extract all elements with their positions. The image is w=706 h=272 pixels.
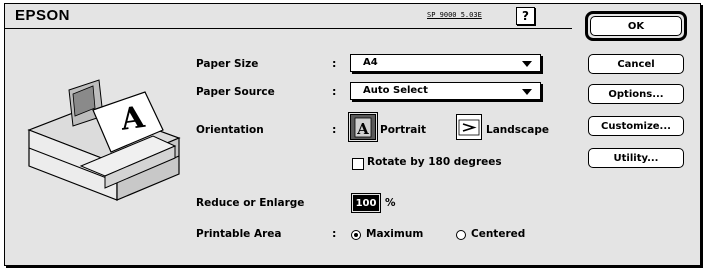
- printable-area-label: Printable Area: [196, 228, 282, 240]
- dialog-header: EPSON SP 9000 5.03E ?: [5, 4, 572, 29]
- chevron-down-icon: [522, 89, 532, 95]
- percent-unit: %: [385, 197, 396, 209]
- landscape-label: Landscape: [486, 124, 549, 136]
- page-setup-dialog: EPSON SP 9000 5.03E ? A Paper Size : A4 …: [4, 3, 701, 266]
- driver-version: SP 9000 5.03E: [427, 11, 482, 19]
- printable-area-centered-label: Centered: [471, 228, 526, 240]
- options-button[interactable]: Options...: [588, 84, 684, 104]
- brand-logo: EPSON: [15, 7, 71, 24]
- printable-area-maximum-radio[interactable]: [351, 230, 361, 240]
- svg-text:A: A: [356, 120, 369, 138]
- help-icon: ?: [522, 9, 529, 23]
- colon: :: [332, 227, 337, 240]
- help-button[interactable]: ?: [516, 7, 535, 25]
- rotate-180-label: Rotate by 180 degrees: [367, 156, 502, 168]
- colon: :: [332, 85, 337, 98]
- portrait-orientation-icon[interactable]: A: [348, 112, 378, 142]
- reduce-enlarge-label: Reduce or Enlarge: [196, 197, 305, 209]
- landscape-orientation-icon[interactable]: [456, 114, 482, 140]
- paper-size-select[interactable]: A4: [350, 54, 541, 72]
- paper-source-select[interactable]: Auto Select: [350, 82, 541, 100]
- rotate-180-checkbox[interactable]: [352, 158, 364, 170]
- utility-button[interactable]: Utility...: [588, 148, 684, 168]
- cancel-button[interactable]: Cancel: [588, 54, 684, 74]
- paper-size-value: A4: [363, 57, 378, 68]
- paper-size-label: Paper Size: [196, 58, 259, 70]
- printable-area-centered-radio[interactable]: [456, 230, 466, 240]
- customize-button[interactable]: Customize...: [588, 116, 684, 136]
- printer-illustration-icon: A: [27, 79, 181, 201]
- printable-area-maximum-label: Maximum: [366, 228, 424, 240]
- colon: :: [332, 57, 337, 70]
- ok-button[interactable]: OK: [590, 16, 682, 36]
- ok-button-frame: OK: [585, 11, 687, 41]
- chevron-down-icon: [522, 61, 532, 67]
- paper-source-value: Auto Select: [363, 85, 428, 96]
- portrait-label: Portrait: [380, 124, 426, 136]
- colon: :: [332, 123, 337, 136]
- reduce-enlarge-input[interactable]: 100: [351, 193, 381, 213]
- paper-source-label: Paper Source: [196, 86, 275, 98]
- orientation-label: Orientation: [196, 124, 264, 136]
